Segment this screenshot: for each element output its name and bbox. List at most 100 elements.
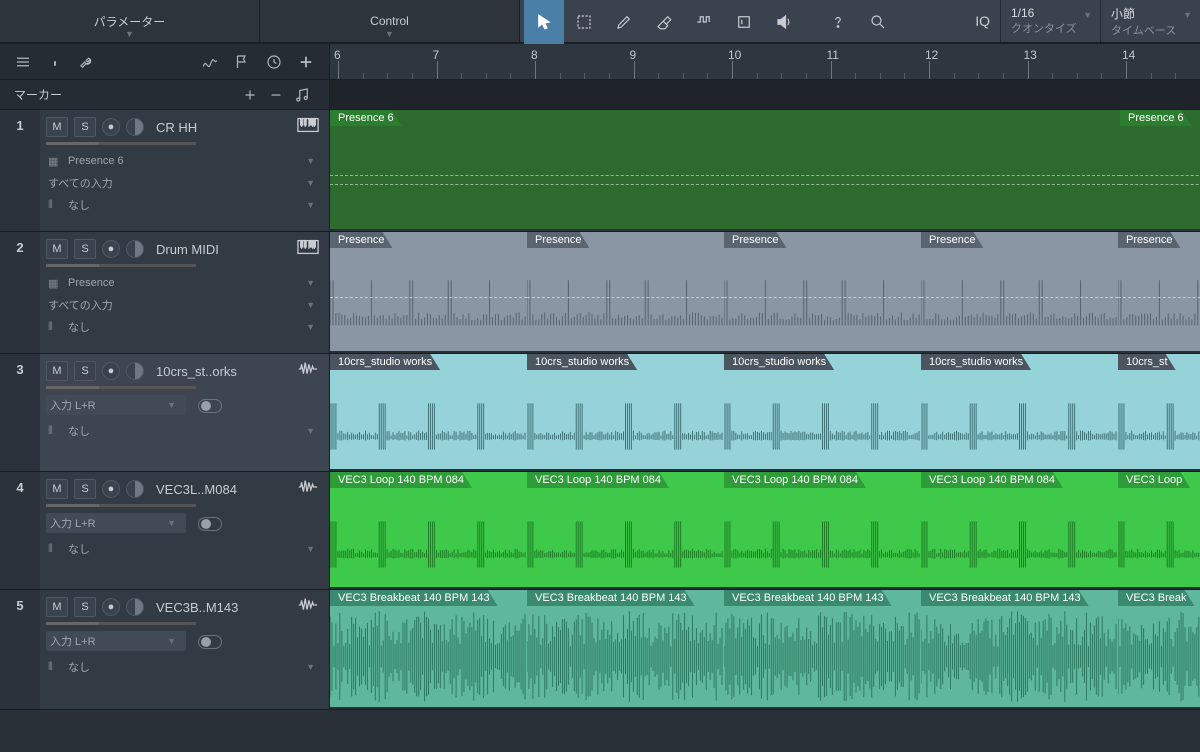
clip[interactable]: VEC3 Loop xyxy=(1118,472,1200,587)
input-selector[interactable]: すべての入力 ▼ xyxy=(46,173,321,193)
clock-icon[interactable] xyxy=(261,49,287,75)
draw-tool[interactable] xyxy=(604,0,644,44)
clip[interactable]: Presence xyxy=(921,232,1118,351)
track-header[interactable]: 5M S ● VEC3B..M143 入力 L+R ▼ ⦀ なし ▼ xyxy=(0,590,330,709)
wrench-icon[interactable] xyxy=(74,49,100,75)
erase-tool[interactable] xyxy=(644,0,684,44)
output-selector[interactable]: ⦀ なし ▼ xyxy=(46,195,321,215)
mute-button[interactable]: M xyxy=(46,117,68,137)
monitor-button[interactable] xyxy=(126,240,144,258)
track-header[interactable]: 4M S ● VEC3L..M084 入力 L+R ▼ ⦀ なし ▼ xyxy=(0,472,330,589)
time-ruler[interactable]: 67891011121314 xyxy=(330,44,1200,79)
solo-button[interactable]: S xyxy=(74,117,96,137)
paint-tool[interactable] xyxy=(684,0,724,44)
volume-meter[interactable] xyxy=(46,142,196,145)
clip[interactable]: Presence 6 xyxy=(1120,110,1200,229)
mute-tool[interactable] xyxy=(724,0,764,44)
instrument-selector[interactable]: ▦ Presence ▼ xyxy=(46,273,321,293)
solo-button[interactable]: S xyxy=(74,239,96,259)
clip[interactable]: VEC3 Loop 140 BPM 084 xyxy=(724,472,921,587)
input-selector[interactable]: すべての入力 ▼ xyxy=(46,295,321,315)
solo-button[interactable]: S xyxy=(74,479,96,499)
solo-button[interactable]: S xyxy=(74,361,96,381)
clip[interactable]: VEC3 Loop 140 BPM 084 xyxy=(921,472,1118,587)
record-button[interactable]: ● xyxy=(102,480,120,498)
output-selector[interactable]: ⦀ なし ▼ xyxy=(46,421,321,441)
parameter-tab[interactable]: パラメーター ▼ xyxy=(0,0,260,42)
iq-button[interactable]: IQ xyxy=(965,0,1000,42)
track-header[interactable]: 2M S ● Drum MIDI ▦ Presence ▼ すべての入力 ▼ ⦀… xyxy=(0,232,330,353)
clip[interactable]: 10crs_st xyxy=(1118,354,1200,469)
marker-music-icon[interactable] xyxy=(289,82,315,108)
clip[interactable]: Presence 6 xyxy=(330,110,1120,229)
output-selector[interactable]: ⦀ なし ▼ xyxy=(46,539,321,559)
timebase-selector[interactable]: 小節 タイムベース ▼ xyxy=(1100,0,1200,42)
control-tab[interactable]: Control ▼ xyxy=(260,0,520,42)
clip[interactable]: VEC3 Breakbeat 140 BPM 143 xyxy=(921,590,1118,707)
clip[interactable]: VEC3 Loop 140 BPM 084 xyxy=(527,472,724,587)
monitor-button[interactable] xyxy=(126,480,144,498)
clip[interactable]: VEC3 Loop 140 BPM 084 xyxy=(330,472,527,587)
monitor-button[interactable] xyxy=(126,362,144,380)
instrument-selector[interactable]: ▦ Presence 6 ▼ xyxy=(46,151,321,171)
track-lane[interactable]: PresencePresencePresencePresencePresence xyxy=(330,232,1200,353)
track-header[interactable]: 1M S ● CR HH ▦ Presence 6 ▼ すべての入力 ▼ ⦀ な… xyxy=(0,110,330,231)
clip[interactable]: 10crs_studio works xyxy=(921,354,1118,469)
monitor-toggle[interactable] xyxy=(198,399,222,413)
list-icon[interactable] xyxy=(10,49,36,75)
volume-meter[interactable] xyxy=(46,504,196,507)
track-lane[interactable]: VEC3 Breakbeat 140 BPM 143VEC3 Breakbeat… xyxy=(330,590,1200,709)
record-button[interactable]: ● xyxy=(102,240,120,258)
monitor-button[interactable] xyxy=(126,598,144,616)
search-button[interactable] xyxy=(858,0,898,44)
mute-button[interactable]: M xyxy=(46,239,68,259)
listen-tool[interactable] xyxy=(764,0,804,44)
volume-meter[interactable] xyxy=(46,264,196,267)
help-button[interactable] xyxy=(818,0,858,44)
input-selector[interactable]: 入力 L+R ▼ xyxy=(46,513,186,533)
output-selector[interactable]: ⦀ なし ▼ xyxy=(46,317,321,337)
output-selector[interactable]: ⦀ なし ▼ xyxy=(46,657,321,677)
record-button[interactable]: ● xyxy=(102,598,120,616)
clip[interactable]: Presence xyxy=(527,232,724,351)
clip[interactable]: VEC3 Breakbeat 140 BPM 143 xyxy=(724,590,921,707)
volume-meter[interactable] xyxy=(46,622,196,625)
track-header[interactable]: 3M S ● 10crs_st..orks 入力 L+R ▼ ⦀ なし ▼ xyxy=(0,354,330,471)
monitor-toggle[interactable] xyxy=(198,635,222,649)
solo-button[interactable]: S xyxy=(74,597,96,617)
volume-meter[interactable] xyxy=(46,386,196,389)
marker-add-icon[interactable] xyxy=(237,82,263,108)
info-icon[interactable] xyxy=(42,49,68,75)
clip[interactable]: VEC3 Breakbeat 140 BPM 143 xyxy=(527,590,724,707)
range-tool[interactable] xyxy=(564,0,604,44)
clip[interactable]: 10crs_studio works xyxy=(724,354,921,469)
record-button[interactable]: ● xyxy=(102,118,120,136)
add-icon[interactable] xyxy=(293,49,319,75)
clip[interactable]: 10crs_studio works xyxy=(330,354,527,469)
input-selector[interactable]: 入力 L+R ▼ xyxy=(46,631,186,651)
automation-icon[interactable] xyxy=(197,49,223,75)
clip[interactable]: Presence xyxy=(330,232,527,351)
clip[interactable]: Presence xyxy=(1118,232,1200,351)
monitor-toggle[interactable] xyxy=(198,517,222,531)
track-lane[interactable]: Presence 6Presence 6 xyxy=(330,110,1200,231)
clip[interactable]: 10crs_studio works xyxy=(527,354,724,469)
flag-icon[interactable] xyxy=(229,49,255,75)
clip[interactable]: VEC3 Breakbeat 140 BPM 143 xyxy=(330,590,527,707)
mute-button[interactable]: M xyxy=(46,361,68,381)
ruler-bar-number: 13 xyxy=(1024,48,1037,62)
input-selector[interactable]: 入力 L+R ▼ xyxy=(46,395,186,415)
waveform-icon xyxy=(297,597,321,617)
track-lane[interactable]: VEC3 Loop 140 BPM 084VEC3 Loop 140 BPM 0… xyxy=(330,472,1200,589)
monitor-button[interactable] xyxy=(126,118,144,136)
clip[interactable]: Presence xyxy=(724,232,921,351)
mute-button[interactable]: M xyxy=(46,479,68,499)
quantize-selector[interactable]: 1/16 クオンタイズ ▼ xyxy=(1000,0,1100,42)
clip-label: VEC3 Loop 140 BPM 084 xyxy=(724,472,866,488)
arrow-tool[interactable] xyxy=(524,0,564,44)
record-button[interactable]: ● xyxy=(102,362,120,380)
track-lane[interactable]: 10crs_studio works10crs_studio works10cr… xyxy=(330,354,1200,471)
mute-button[interactable]: M xyxy=(46,597,68,617)
marker-remove-icon[interactable] xyxy=(263,82,289,108)
clip[interactable]: VEC3 Break xyxy=(1118,590,1200,707)
